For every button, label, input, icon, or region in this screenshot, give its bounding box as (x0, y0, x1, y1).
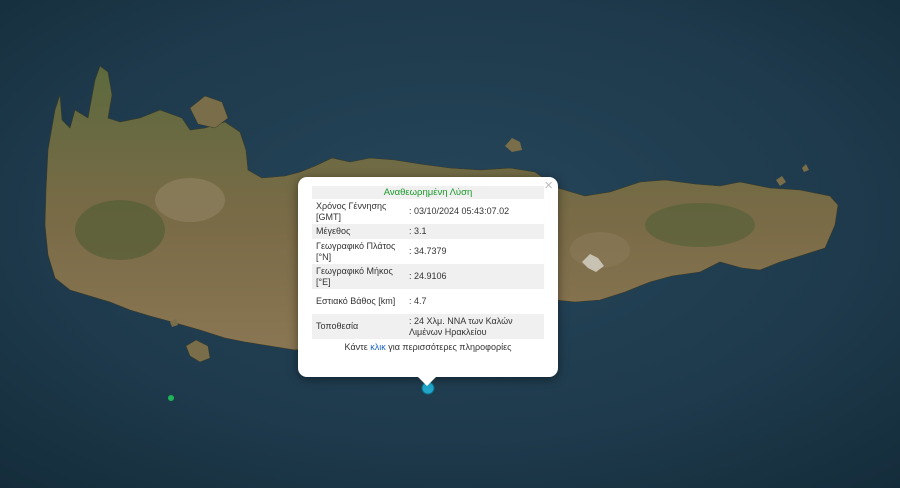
minor-earthquake-marker[interactable] (168, 395, 174, 401)
table-row: Εστιακό Βάθος [km] : 4.7 (312, 289, 544, 314)
earthquake-info-popup: × Αναθεωρημένη Λύση Χρόνος Γέννησης [GMT… (298, 177, 558, 386)
table-row: Χρόνος Γέννησης [GMT] : 03/10/2024 05:43… (312, 199, 544, 224)
table-row: Τοποθεσία : 24 Χλμ. ΝΝΑ των Καλών Λιμένω… (312, 314, 544, 339)
row-key: Χρόνος Γέννησης [GMT] (316, 200, 387, 222)
earthquake-details-table: Χρόνος Γέννησης [GMT] : 03/10/2024 05:43… (312, 199, 544, 339)
row-value: : 4.7 (409, 296, 427, 306)
more-info-suffix: για περισσότερες πληροφορίες (385, 342, 512, 352)
popup-pointer (418, 377, 436, 386)
row-key: Μέγεθος (312, 224, 407, 239)
table-row: Μέγεθος : 3.1 (312, 224, 544, 239)
row-key: Τοποθεσία (312, 314, 407, 339)
row-key: Γεωγραφικό Πλάτος [°N] (316, 240, 396, 262)
row-value: : 3.1 (407, 224, 544, 239)
close-icon[interactable]: × (544, 178, 553, 194)
more-info-line: Κάντε κλικ για περισσότερες πληροφορίες (312, 342, 544, 352)
row-value: : 34.7379 (409, 246, 447, 256)
forest-area (75, 200, 165, 260)
row-value: : 24 Χλμ. ΝΝΑ των Καλών Λιμένων Ηρακλείο… (407, 314, 544, 339)
row-value: : 24.9106 (407, 264, 544, 289)
row-key: Εστιακό Βάθος [km] (316, 296, 396, 306)
table-row: Γεωγραφικό Μήκος [°E] : 24.9106 (312, 264, 544, 289)
mountain-area-west (155, 178, 225, 222)
more-info-link[interactable]: κλικ (370, 342, 386, 352)
row-value: : 03/10/2024 05:43:07.02 (409, 206, 510, 216)
forest-area-east (645, 203, 755, 247)
table-row: Γεωγραφικό Πλάτος [°N] : 34.7379 (312, 239, 544, 264)
row-key: Γεωγραφικό Μήκος [°E] (312, 264, 407, 289)
more-info-prefix: Κάντε (344, 342, 371, 352)
popup-title: Αναθεωρημένη Λύση (312, 186, 544, 199)
